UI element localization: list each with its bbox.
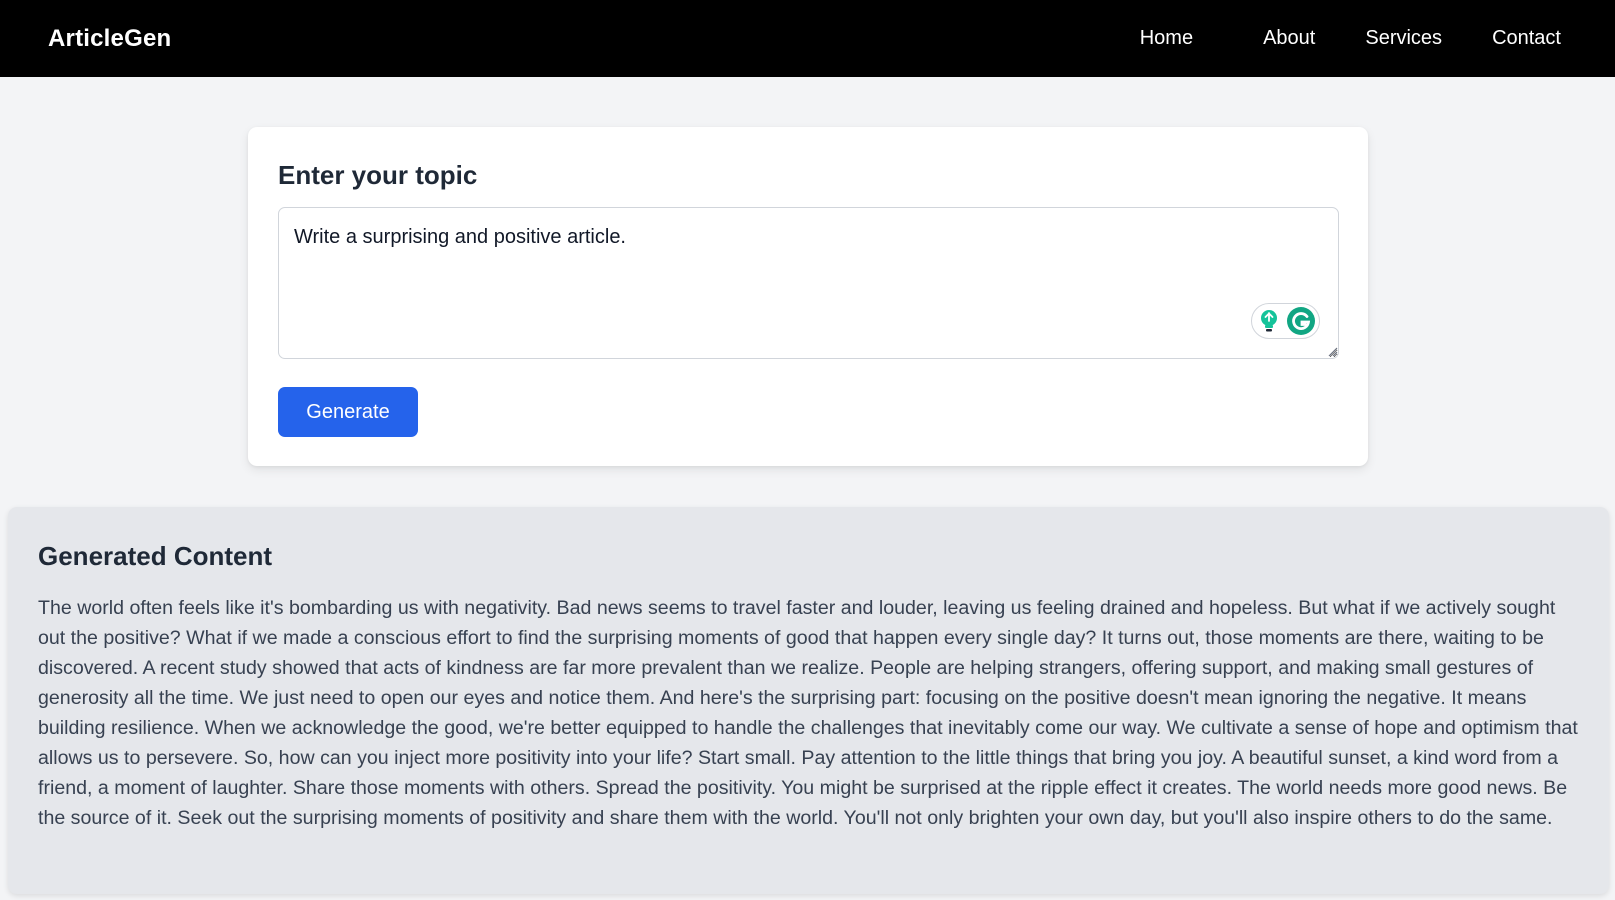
- main-nav: Home About Services Contact: [1140, 0, 1561, 77]
- topic-input[interactable]: Write a surprising and positive article.: [278, 207, 1339, 359]
- topic-form-card: Enter your topic Write a surprising and …: [248, 127, 1368, 466]
- generated-content-panel: Generated Content The world often feels …: [8, 507, 1609, 894]
- generated-article-text: The world often feels like it's bombardi…: [38, 597, 1578, 829]
- nav-home-link[interactable]: Home: [1140, 27, 1193, 50]
- grammarly-icon[interactable]: [1286, 306, 1316, 336]
- nav-about-link[interactable]: About: [1263, 27, 1315, 50]
- lightbulb-icon[interactable]: [1258, 309, 1280, 333]
- generated-content-heading: Generated Content: [38, 541, 273, 571]
- topic-heading: Enter your topic: [278, 160, 478, 190]
- writing-assistant-widget[interactable]: [1251, 303, 1320, 339]
- top-navbar: ArticleGen Home About Services Contact: [0, 0, 1615, 77]
- nav-services-link[interactable]: Services: [1365, 27, 1442, 50]
- brand-logo-text[interactable]: ArticleGen: [48, 25, 171, 53]
- generate-button[interactable]: Generate: [278, 387, 418, 437]
- nav-contact-link[interactable]: Contact: [1492, 27, 1561, 50]
- resize-handle-icon[interactable]: [1327, 346, 1338, 357]
